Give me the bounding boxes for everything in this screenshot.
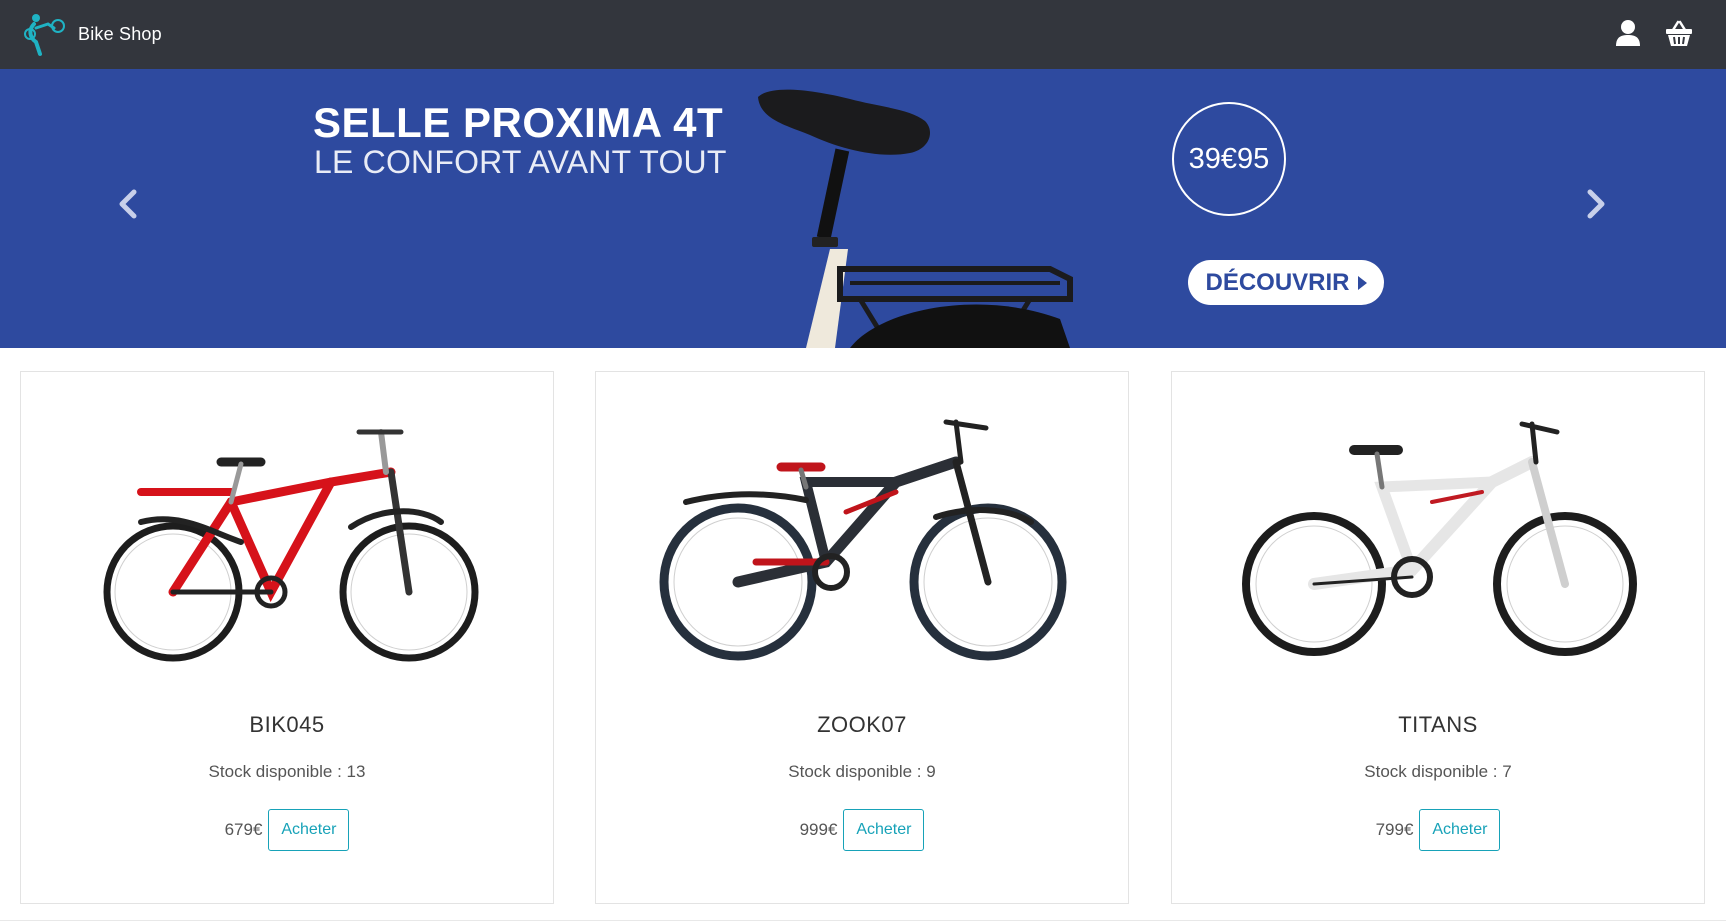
bike-image — [656, 392, 1070, 682]
banner-title: SELLE PROXIMA 4T — [313, 99, 724, 146]
divider — [0, 920, 1726, 921]
saddle-image — [740, 69, 1140, 348]
buy-button[interactable]: Acheter — [843, 809, 925, 851]
bike-logo-icon — [24, 8, 68, 60]
bike-image — [1232, 392, 1646, 682]
discover-button[interactable]: DÉCOUVRIR — [1188, 260, 1384, 305]
product-price: 799€ — [1375, 820, 1414, 839]
buy-row: 799€ Acheter — [1172, 809, 1704, 851]
product-stock: Stock disponible : 7 — [1364, 762, 1512, 781]
product-price: 679€ — [224, 820, 263, 839]
product-name: TITANS — [1398, 712, 1478, 737]
promo-banner: SELLE PROXIMA 4T LE CONFORT AVANT TOUT 3… — [0, 69, 1726, 348]
product-card: TITANS Stock disponible : 7 799€ Acheter — [1171, 371, 1705, 904]
chevron-right-icon — [1580, 189, 1610, 228]
caret-right-icon — [1357, 275, 1367, 290]
buy-row: 679€ Acheter — [21, 809, 553, 851]
banner-subtitle: LE CONFORT AVANT TOUT — [314, 144, 727, 180]
product-stock: Stock disponible : 9 — [788, 762, 936, 781]
price-badge: 39€95 — [1172, 102, 1286, 216]
brand[interactable]: Bike Shop — [24, 8, 162, 60]
product-price: 999€ — [799, 820, 838, 839]
buy-row: 999€ Acheter — [596, 809, 1128, 851]
carousel-prev-button[interactable] — [114, 184, 144, 224]
buy-button[interactable]: Acheter — [1419, 809, 1501, 851]
navbar: Bike Shop — [0, 0, 1726, 69]
product-card: ZOOK07 Stock disponible : 9 999€ Acheter — [595, 371, 1129, 904]
bike-image — [81, 392, 495, 682]
discover-button-label: DÉCOUVRIR — [1205, 268, 1350, 296]
chevron-left-icon — [114, 189, 144, 228]
basket-icon[interactable] — [1664, 18, 1694, 48]
user-icon[interactable] — [1613, 18, 1643, 48]
product-name: ZOOK07 — [817, 712, 907, 737]
carousel-next-button[interactable] — [1580, 184, 1610, 224]
product-card: BIK045 Stock disponible : 13 679€ Achete… — [20, 371, 554, 904]
buy-button[interactable]: Acheter — [268, 809, 350, 851]
brand-name: Bike Shop — [78, 23, 162, 44]
product-name: BIK045 — [249, 712, 325, 737]
product-stock: Stock disponible : 13 — [208, 762, 366, 781]
